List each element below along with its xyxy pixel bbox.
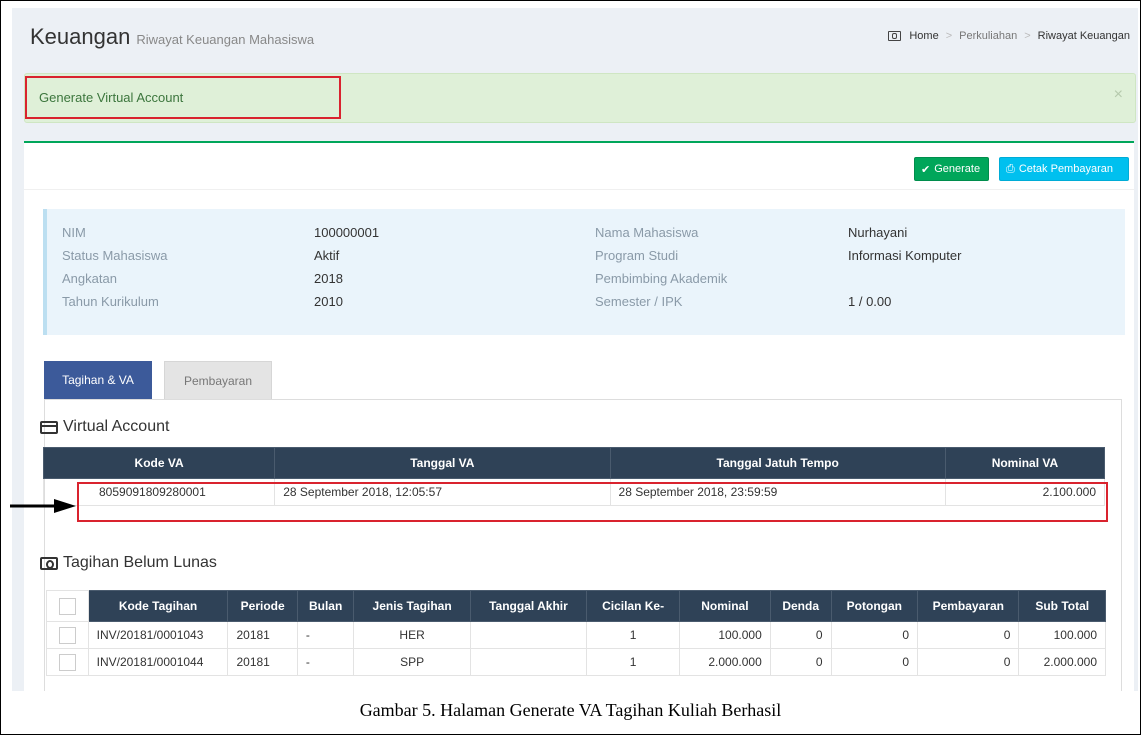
semester-value: 1 / 0.00 [848, 294, 892, 309]
check-icon: ✔ [921, 163, 931, 176]
cell-pembayaran: 0 [917, 621, 1020, 649]
select-all-cell [46, 590, 89, 622]
generate-label: Generate [934, 163, 981, 175]
credit-card-icon [40, 420, 58, 434]
tagihan-title-text: Tagihan Belum Lunas [63, 554, 217, 571]
cell-cicilan: 1 [586, 621, 681, 649]
angkatan-label: Angkatan [62, 271, 117, 286]
arrow-right-icon [10, 499, 76, 513]
generate-button[interactable]: ✔ Generate [914, 157, 989, 181]
print-payment-button[interactable]: ⎙ Cetak Pembayaran [999, 157, 1129, 181]
page-subtitle: Riwayat Keuangan Mahasiswa [136, 32, 315, 47]
cell-periode: 20181 [227, 648, 298, 676]
breadcrumb-separator: > [1024, 30, 1031, 42]
cell-nominal: 2.000.000 [679, 648, 771, 676]
breadcrumb-home[interactable]: Home [909, 30, 938, 42]
tab-pembayaran[interactable]: Pembayaran [164, 361, 272, 399]
breadcrumb-separator: > [945, 30, 953, 42]
cell-subtotal: 2.000.000 [1018, 648, 1106, 676]
breadcrumb-perkuliahan[interactable]: Perkuliahan [959, 30, 1017, 42]
figure-caption: Gambar 5. Halaman Generate VA Tagihan Ku… [359, 700, 782, 720]
page-title-text: Keuangan [30, 24, 131, 49]
va-header-row: Kode VA Tanggal VA Tanggal Jatuh Tempo N… [42, 447, 1106, 479]
table-row: INV/20181/0001043 20181 - HER 1 100.000 … [46, 621, 1106, 649]
nim-label: NIM [62, 225, 86, 240]
select-all-checkbox[interactable] [58, 597, 76, 615]
row-checkbox-cell [46, 621, 89, 649]
va-col-tanggal: Tanggal VA [274, 447, 611, 479]
angkatan-value: 2018 [314, 271, 343, 286]
kurikulum-value: 2010 [314, 294, 343, 309]
va-col-kode: Kode VA [42, 447, 276, 479]
box-toolbar: ✔ Generate ⎙ Cetak Pembayaran [24, 143, 1134, 190]
va-col-jatuh-tempo: Tanggal Jatuh Tempo [609, 447, 946, 479]
row-checkbox[interactable] [58, 653, 76, 671]
row-checkbox[interactable] [58, 626, 76, 644]
tab-bar: Tagihan & VA Pembayaran [44, 361, 272, 399]
semester-label: Semester / IPK [595, 294, 683, 309]
va-col-nominal: Nominal VA [944, 447, 1106, 479]
cell-jenis: SPP [353, 648, 471, 676]
col-jenis-tagihan: Jenis Tagihan [353, 590, 471, 622]
col-tanggal-akhir: Tanggal Akhir [469, 590, 588, 622]
cell-jenis: HER [353, 621, 471, 649]
cell-bulan: - [296, 648, 355, 676]
status-value: Aktif [314, 248, 340, 263]
cell-bulan: - [296, 621, 355, 649]
cell-kode: INV/20181/0001043 [87, 621, 229, 649]
cell-periode: 20181 [227, 621, 298, 649]
col-kode-tagihan: Kode Tagihan [87, 590, 229, 622]
tagihan-section-title: Tagihan Belum Lunas [40, 554, 217, 572]
nim-value: 100000001 [314, 225, 380, 240]
cell-potongan: 0 [830, 648, 919, 676]
tab-tagihan-va[interactable]: Tagihan & VA [44, 361, 152, 399]
nama-label: Nama Mahasiswa [595, 225, 699, 240]
kurikulum-label: Tahun Kurikulum [62, 294, 159, 309]
tagihan-header-row: Kode Tagihan Periode Bulan Jenis Tagihan… [46, 590, 1106, 622]
col-cicilan: Cicilan Ke- [586, 590, 681, 622]
cell-subtotal: 100.000 [1018, 621, 1106, 649]
col-periode: Periode [227, 590, 298, 622]
student-info-panel: NIM 100000001 Status Mahasiswa Aktif Ang… [43, 209, 1125, 335]
cell-cicilan: 1 [586, 648, 681, 676]
app-screen: Keuangan Riwayat Keuangan Mahasiswa Home … [12, 8, 1138, 691]
cell-kode: INV/20181/0001044 [87, 648, 229, 676]
tagihan-table: Kode Tagihan Periode Bulan Jenis Tagihan… [46, 590, 1106, 676]
va-title-text: Virtual Account [63, 418, 170, 435]
col-bulan: Bulan [296, 590, 355, 622]
cell-denda: 0 [769, 621, 832, 649]
pa-label: Pembimbing Akademik [595, 271, 728, 286]
cell-potongan: 0 [830, 621, 919, 649]
prodi-value: Informasi Komputer [848, 248, 962, 263]
print-payment-label: Cetak Pembayaran [1018, 163, 1113, 175]
alert-highlight-box [25, 76, 341, 119]
cell-nominal: 100.000 [679, 621, 771, 649]
col-nominal: Nominal [679, 590, 771, 622]
va-section-title: Virtual Account [40, 418, 169, 436]
breadcrumb-current: Riwayat Keuangan [1037, 30, 1130, 42]
page-title: Keuangan Riwayat Keuangan Mahasiswa [30, 24, 314, 50]
cell-denda: 0 [769, 648, 832, 676]
cell-pembayaran: 0 [917, 648, 1020, 676]
cell-tanggal-akhir [469, 648, 588, 676]
alert-close-button[interactable]: × [1114, 86, 1123, 104]
nama-value: Nurhayani [848, 225, 908, 240]
home-icon [888, 31, 902, 41]
content-header: Keuangan Riwayat Keuangan Mahasiswa Home … [12, 8, 1138, 68]
col-pembayaran: Pembayaran [917, 590, 1020, 622]
va-row-highlight-box [77, 482, 1108, 522]
status-label: Status Mahasiswa [62, 248, 168, 263]
col-sub-total: Sub Total [1018, 590, 1106, 622]
cell-tanggal-akhir [469, 621, 588, 649]
col-potongan: Potongan [830, 590, 919, 622]
prodi-label: Program Studi [595, 248, 679, 263]
col-denda: Denda [769, 590, 832, 622]
table-row: INV/20181/0001044 20181 - SPP 1 2.000.00… [46, 648, 1106, 676]
money-icon [40, 556, 58, 570]
breadcrumb: Home > Perkuliahan > Riwayat Keuangan [888, 30, 1130, 42]
row-checkbox-cell [46, 648, 89, 676]
print-icon: ⎙ [1006, 162, 1015, 175]
